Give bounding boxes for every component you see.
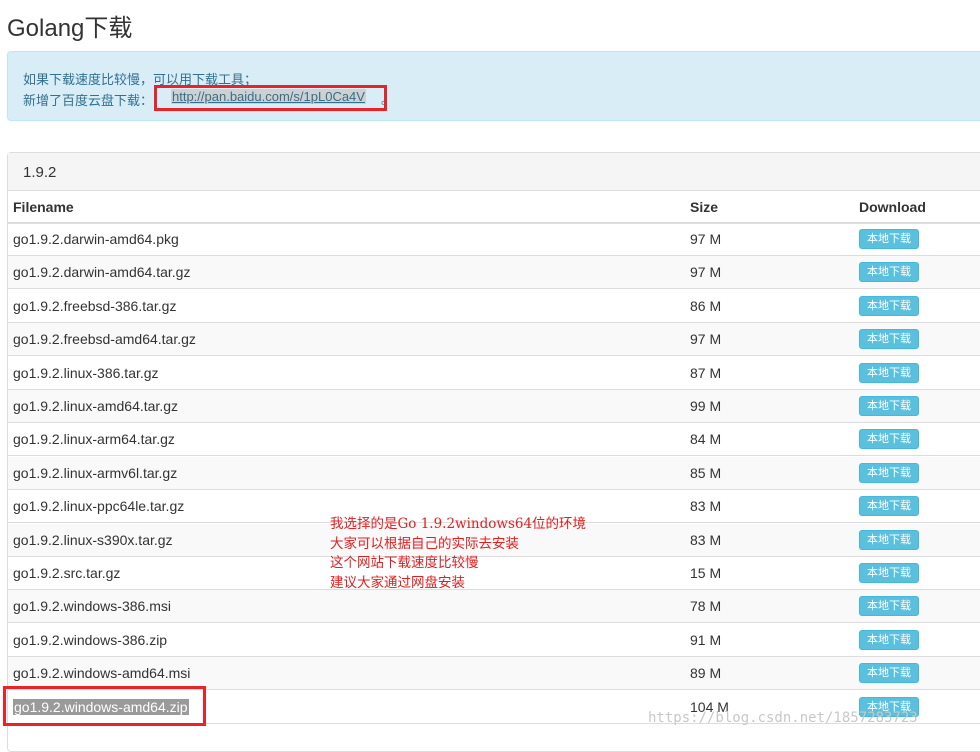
table-row: go1.9.2.darwin-amd64.pkg 97 M 本地下载 (8, 223, 980, 256)
local-download-button[interactable]: 本地下载 (859, 496, 919, 517)
filename-link[interactable]: go1.9.2.src.tar.gz (13, 565, 120, 581)
file-size: 85 M (690, 464, 722, 481)
local-download-button[interactable]: 本地下载 (859, 529, 919, 550)
file-highlight-box (3, 686, 206, 726)
file-size: 97 M (690, 264, 722, 281)
file-size: 89 M (690, 665, 722, 682)
file-size: 78 M (690, 598, 722, 615)
column-header-size: Size (690, 199, 719, 215)
panel-heading: 1.9.2 (8, 153, 980, 191)
local-download-button[interactable]: 本地下载 (859, 663, 919, 684)
annotation-line: 我选择的是Go 1.9.2windows64位的环境 (330, 516, 587, 532)
filename-link[interactable]: go1.9.2.freebsd-386.tar.gz (13, 298, 176, 314)
file-size: 97 M (690, 231, 722, 247)
info-text-baidu: 新增了百度云盘下载： (23, 93, 154, 108)
local-download-button[interactable]: 本地下载 (859, 396, 919, 416)
local-download-button[interactable]: 本地下载 (859, 596, 919, 617)
table-row: go1.9.2.windows-386.zip 91 M 本地下载 (8, 624, 980, 657)
filename-link[interactable]: go1.9.2.linux-armv6l.tar.gz (13, 465, 177, 481)
file-size: 99 M (690, 398, 722, 414)
watermark: https://blog.csdn.net/1857283723 (648, 710, 918, 726)
filename-link[interactable]: go1.9.2.linux-amd64.tar.gz (13, 398, 178, 414)
file-size: 83 M (690, 498, 722, 515)
filename-link[interactable]: go1.9.2.windows-amd64.msi (13, 665, 190, 681)
local-download-button[interactable]: 本地下载 (859, 295, 919, 316)
file-size: 15 M (690, 565, 722, 581)
table-row: go1.9.2.freebsd-386.tar.gz 86 M 本地下载 (8, 290, 980, 323)
local-download-button[interactable]: 本地下载 (859, 629, 919, 650)
file-size: 83 M (690, 531, 722, 548)
annotation-line: 建议大家通过网盘安装 (330, 574, 465, 591)
annotation-line: 大家可以根据自己的实际去安装 (330, 535, 519, 552)
filename-link[interactable]: go1.9.2.linux-386.tar.gz (13, 365, 159, 381)
filename-link[interactable]: go1.9.2.darwin-amd64.pkg (13, 231, 179, 247)
filename-link[interactable]: go1.9.2.windows-386.zip (13, 632, 167, 648)
table-row: go1.9.2.freebsd-amd64.tar.gz 97 M 本地下载 (8, 323, 980, 357)
filename-link[interactable]: go1.9.2.linux-s390x.tar.gz (13, 532, 173, 548)
table-row: go1.9.2.linux-amd64.tar.gz 99 M 本地下载 (8, 390, 980, 423)
link-highlight-box (154, 85, 387, 111)
file-size: 87 M (690, 364, 722, 381)
annotation-note: 我选择的是Go 1.9.2windows64位的环境 大家可以根据自己的实际去安… (330, 515, 586, 593)
file-size: 97 M (690, 331, 722, 348)
local-download-button[interactable]: 本地下载 (859, 362, 919, 383)
version-label: 1.9.2 (23, 164, 57, 181)
info-alert: 如果下载速度比较慢，可以用下载工具； 新增了百度云盘下载： http://pan… (7, 51, 980, 121)
local-download-button[interactable]: 本地下载 (859, 429, 919, 450)
filename-link[interactable]: go1.9.2.linux-ppc64le.tar.gz (13, 498, 184, 514)
page-title: Golang下载 (7, 15, 133, 42)
file-size: 84 M (690, 431, 722, 448)
local-download-button[interactable]: 本地下载 (859, 229, 919, 249)
table-row: go1.9.2.windows-386.msi 78 M 本地下载 (8, 590, 980, 624)
file-size: 86 M (690, 297, 722, 314)
column-header-filename: Filename (13, 199, 74, 215)
local-download-button[interactable]: 本地下载 (859, 329, 919, 350)
table-row: go1.9.2.darwin-amd64.tar.gz 97 M 本地下载 (8, 256, 980, 290)
filename-link[interactable]: go1.9.2.linux-arm64.tar.gz (13, 431, 175, 447)
annotation-line: 这个网站下载速度比较慢 (330, 555, 479, 571)
filename-link[interactable]: go1.9.2.freebsd-amd64.tar.gz (13, 331, 196, 347)
table-row: go1.9.2.linux-386.tar.gz 87 M 本地下载 (8, 357, 980, 390)
local-download-button[interactable]: 本地下载 (859, 563, 919, 583)
table-row: go1.9.2.linux-arm64.tar.gz 84 M 本地下载 (8, 423, 980, 457)
local-download-button[interactable]: 本地下载 (859, 462, 919, 483)
filename-link[interactable]: go1.9.2.windows-386.msi (13, 598, 171, 614)
filename-link[interactable]: go1.9.2.darwin-amd64.tar.gz (13, 264, 190, 280)
file-size: 91 M (690, 631, 722, 648)
column-header-download: Download (859, 199, 926, 215)
table-row: go1.9.2.linux-armv6l.tar.gz 85 M 本地下载 (8, 456, 980, 490)
local-download-button[interactable]: 本地下载 (859, 262, 919, 283)
